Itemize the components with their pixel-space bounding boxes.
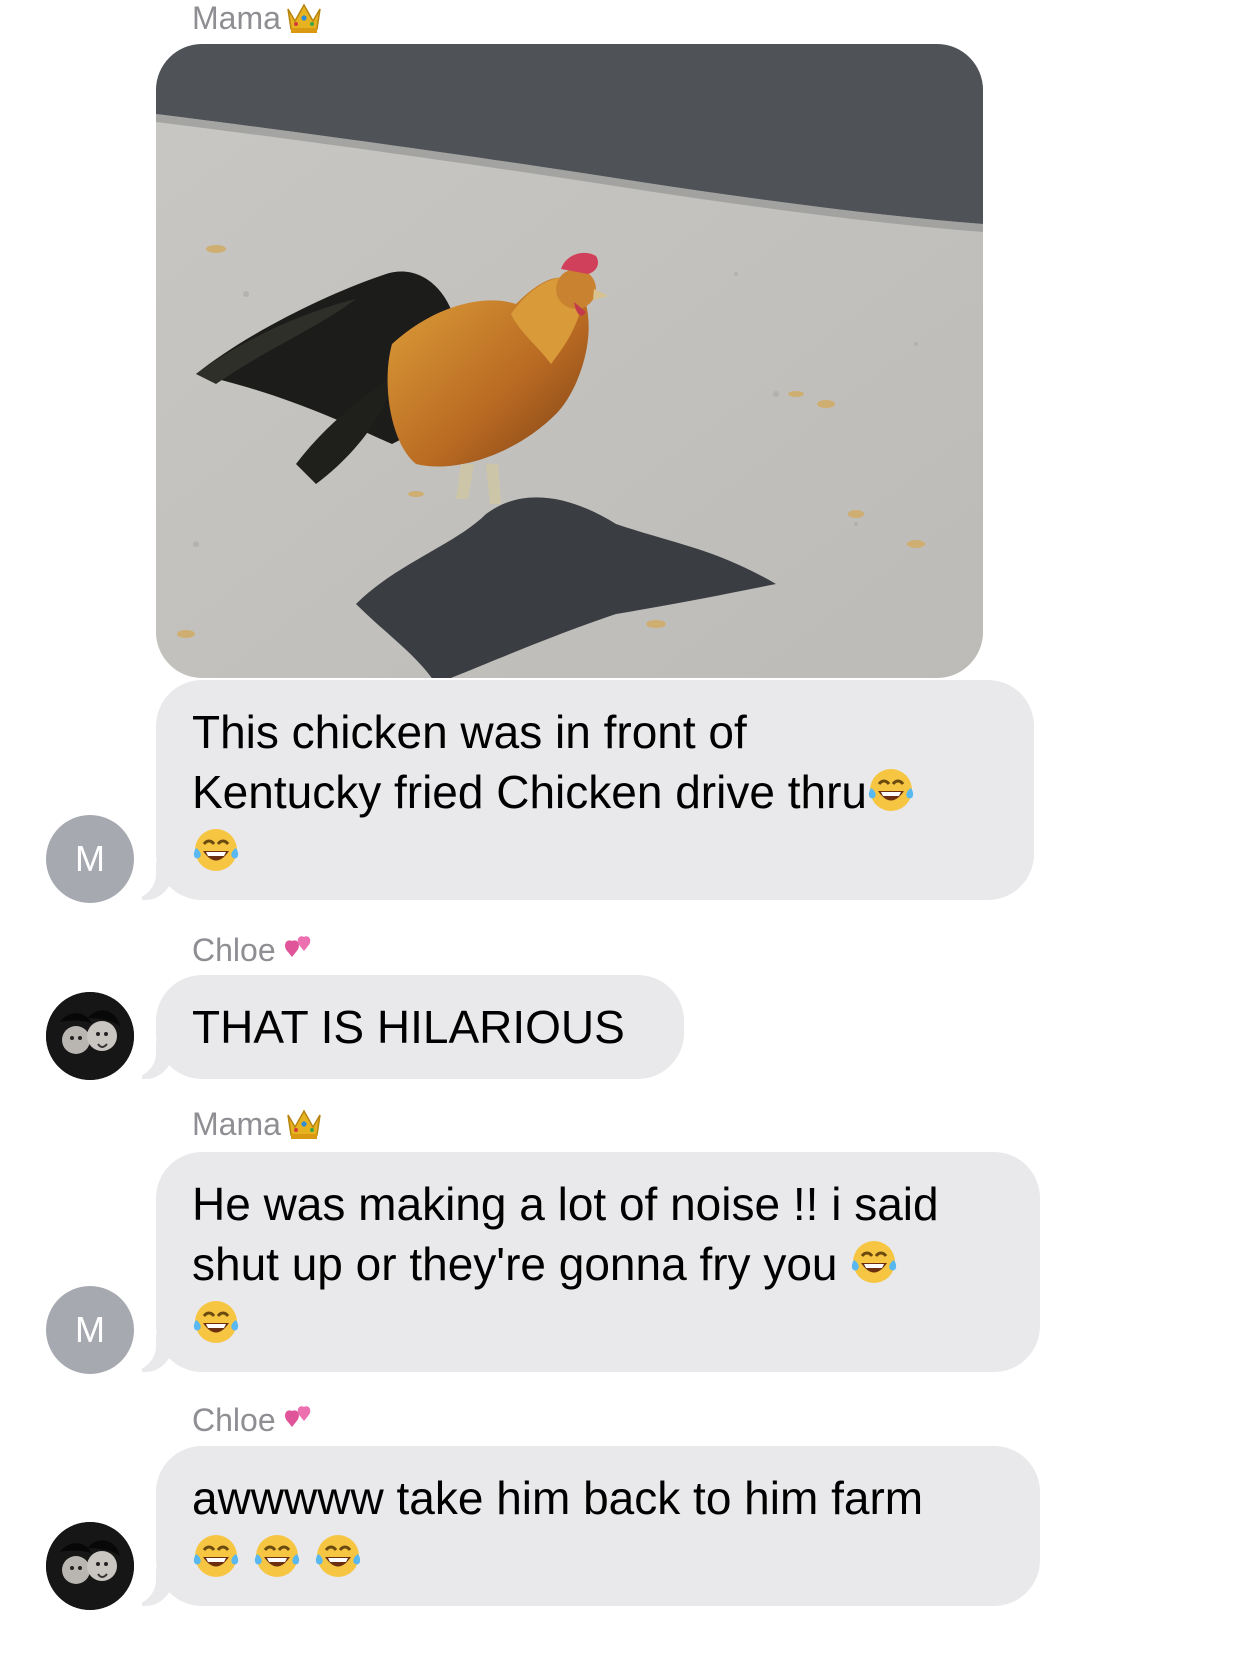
message-line-text: Kentucky fried Chicken drive thru bbox=[192, 766, 867, 818]
two-hearts-icon bbox=[284, 936, 310, 957]
two-hearts-icon bbox=[284, 1406, 310, 1427]
tears-of-joy-emoji-icon bbox=[315, 1535, 360, 1577]
avatar-initial: M bbox=[75, 1309, 105, 1350]
tears-of-joy-emoji-icon bbox=[254, 1535, 299, 1577]
message-line: shut up or they're gonna fry you bbox=[192, 1234, 1004, 1294]
sender-name-label: Chloe bbox=[192, 1402, 276, 1438]
avatar-photo bbox=[46, 992, 134, 1080]
sender-name-chloe: Chloe bbox=[192, 1400, 320, 1440]
avatar-initial: M bbox=[75, 838, 105, 879]
sender-name-mama: Mama bbox=[192, 1106, 323, 1142]
sender-name-label: Mama bbox=[192, 1106, 281, 1142]
message-bubble-hilarious[interactable]: THAT IS HILARIOUS bbox=[122, 975, 684, 1079]
sender-name-label: Mama bbox=[192, 0, 281, 36]
message-line-text: shut up or they're gonna fry you bbox=[192, 1238, 838, 1290]
avatar-mama[interactable]: M bbox=[46, 1286, 134, 1374]
sender-name-mama: Mama bbox=[192, 0, 323, 36]
message-line bbox=[192, 822, 998, 882]
message-line: awwwww take him back to him farm bbox=[192, 1472, 924, 1524]
message-bubble-farm[interactable]: awwwww take him back to him farm bbox=[122, 1446, 1040, 1606]
sender-name-chloe: Chloe bbox=[192, 930, 320, 970]
message-line bbox=[192, 1528, 1004, 1588]
avatar-chloe[interactable] bbox=[46, 1522, 134, 1610]
bubble-tail bbox=[122, 1332, 176, 1372]
avatar-photo bbox=[46, 1522, 134, 1610]
rooster-image bbox=[156, 44, 983, 678]
rooster-photo[interactable] bbox=[156, 44, 983, 678]
bubble-tail bbox=[122, 1039, 176, 1079]
message-line: He was making a lot of noise !! i said bbox=[192, 1178, 939, 1230]
tears-of-joy-emoji-icon bbox=[193, 829, 239, 871]
tears-of-joy-emoji-icon bbox=[868, 769, 914, 811]
message-bubble-noise[interactable]: He was making a lot of noise !! i said s… bbox=[122, 1152, 1040, 1372]
tears-of-joy-emoji-icon bbox=[852, 1241, 897, 1283]
message-line: This chicken was in front of bbox=[192, 706, 747, 758]
bubble-tail bbox=[122, 860, 176, 900]
message-line: Kentucky fried Chicken drive thru bbox=[192, 762, 998, 822]
avatar-mama[interactable]: M bbox=[46, 815, 134, 903]
message-line bbox=[192, 1294, 1004, 1354]
crown-icon bbox=[287, 3, 321, 33]
sender-name-label: Chloe bbox=[192, 932, 276, 968]
avatar-chloe[interactable] bbox=[46, 992, 134, 1080]
crown-icon bbox=[287, 1109, 321, 1139]
message-bubble-chicken[interactable]: This chicken was in front of Kentucky fr… bbox=[122, 680, 1034, 900]
message-line: THAT IS HILARIOUS bbox=[192, 1001, 625, 1053]
bubble-tail bbox=[122, 1566, 176, 1606]
tears-of-joy-emoji-icon bbox=[193, 1535, 239, 1577]
tears-of-joy-emoji-icon bbox=[193, 1301, 239, 1343]
